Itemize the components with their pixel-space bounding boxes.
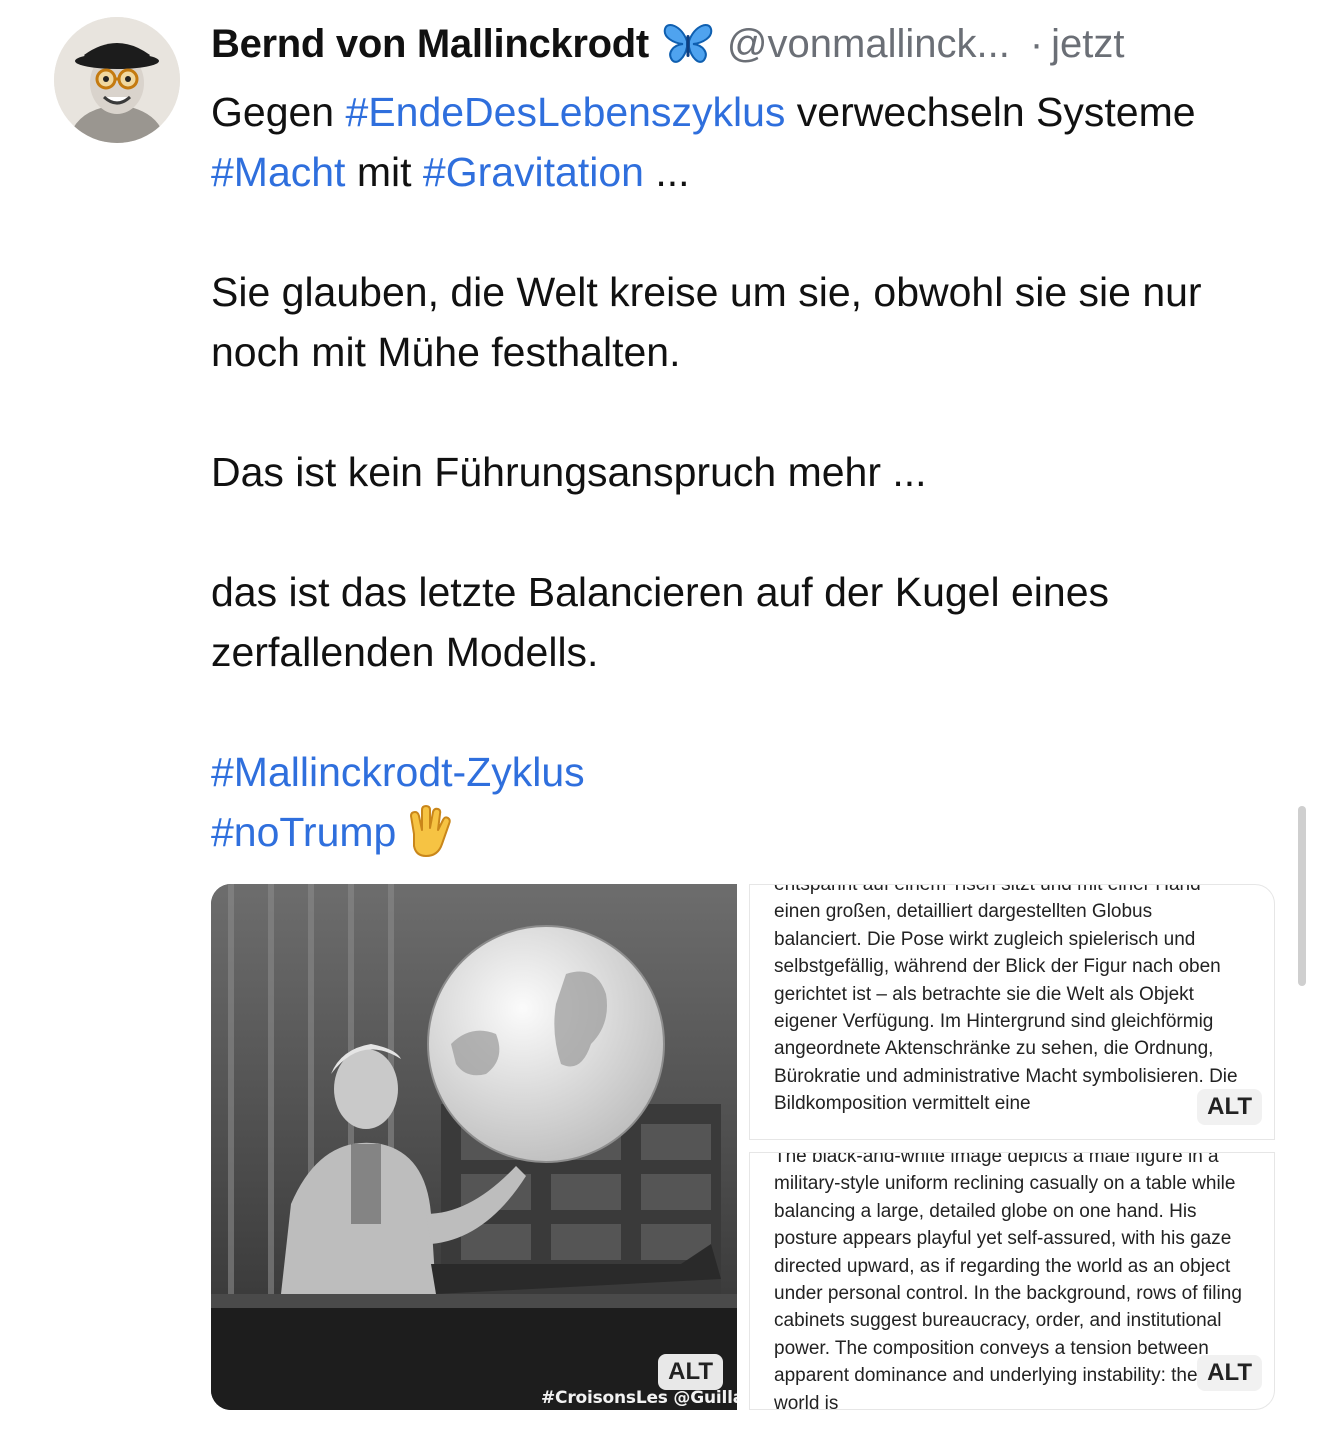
hashtag-link[interactable]: #noTrump [211,809,396,855]
avatar[interactable] [54,17,180,143]
post-timestamp[interactable]: jetzt [1051,22,1124,67]
media-image-1[interactable]: #CroisonsLes @Guillaum ALT [211,884,737,1410]
alt-badge[interactable]: ALT [1197,1089,1262,1125]
media-gallery: #CroisonsLes @Guillaum ALT entspannt auf… [211,884,1275,1410]
separator-dot: · [1029,21,1044,66]
avatar-portrait [54,17,180,143]
butterfly-icon [663,23,713,65]
raised-hand-vulcan-icon [402,804,458,860]
hashtag-link[interactable]: #Mallinckrodt-Zyklus [211,749,585,795]
alt-badge[interactable]: ALT [658,1354,723,1390]
author-display-name[interactable]: Bernd von Mallinckrodt [211,22,649,67]
hashtag-link[interactable]: #EndeDesLebenszyklus [346,89,786,135]
paragraph-3: Das ist kein Führungsanspruch mehr ... [211,449,927,495]
image-text-english: The black-and-white image depicts a male… [774,1152,1242,1410]
scrollbar[interactable] [1298,806,1306,986]
media-image-2[interactable]: entspannt auf einem Tisch sitzt und mit … [749,884,1275,1140]
post-header: Bernd von Mallinckrodt @vonmallinck... ·… [211,14,1280,74]
hashtag-link[interactable]: #Macht [211,149,345,195]
alt-badge[interactable]: ALT [1197,1355,1262,1391]
post-text: Gegen #EndeDesLebenszyklus verwechseln S… [211,82,1281,862]
paragraph-4: das ist das letzte Balancieren auf der K… [211,569,1109,675]
paragraph-2: Sie glauben, die Welt kreise um sie, obw… [211,269,1202,375]
media-image-3[interactable]: The black-and-white image depicts a male… [749,1152,1275,1410]
paragraph-1: Gegen #EndeDesLebenszyklus verwechseln S… [211,89,1196,195]
photo-figure-with-globe [211,884,737,1410]
author-handle[interactable]: @vonmallinck... [727,22,1010,67]
hashtag-link[interactable]: #Gravitation [423,149,644,195]
image-watermark: #CroisonsLes @Guillaum [541,1388,737,1408]
post: Bernd von Mallinckrodt @vonmallinck... ·… [0,0,1320,1443]
image-text-german: entspannt auf einem Tisch sitzt und mit … [774,884,1238,1115]
